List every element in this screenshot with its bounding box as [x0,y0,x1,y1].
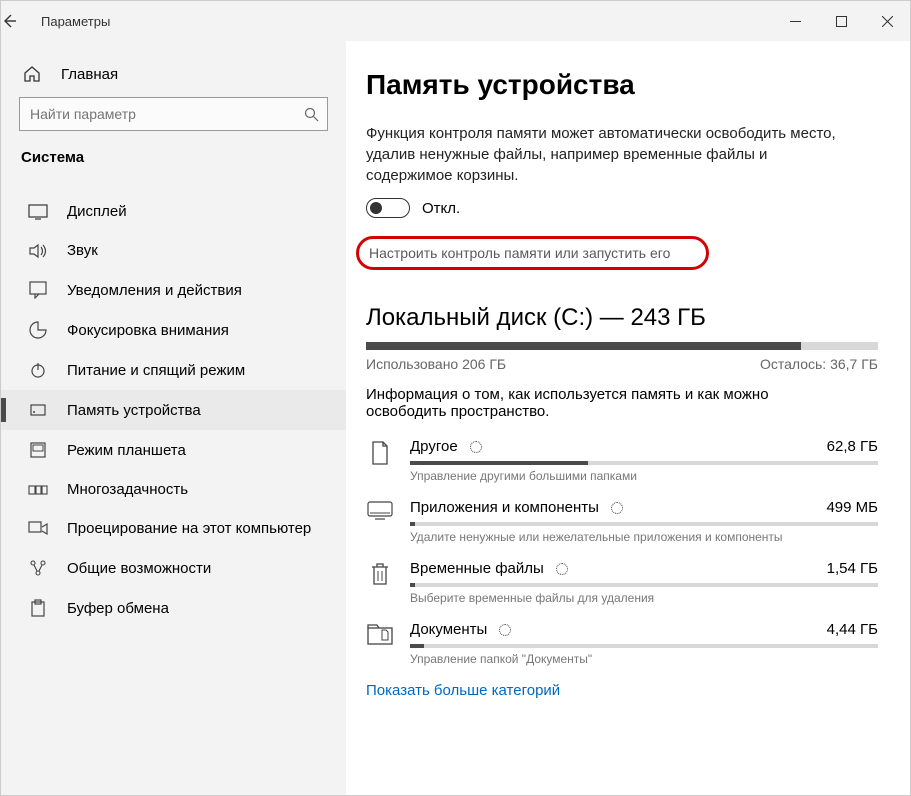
search-input[interactable] [30,106,304,122]
category-documents[interactable]: Документы 4,44 ГБ Управление папкой "Доку… [366,621,878,666]
category-hint: Выберите временные файлы для удаления [410,591,878,605]
sidebar-item-multitasking[interactable]: Многозадачность [1,470,346,509]
storage-sense-toggle[interactable] [366,198,410,218]
display-icon [27,204,49,220]
category-name: Другое [410,438,458,455]
disk-title: Локальный диск (C:) — 243 ГБ [366,304,878,332]
disk-free-label: Осталось: 36,7 ГБ [760,356,878,372]
search-input-container[interactable] [19,97,328,131]
back-button[interactable] [1,13,41,29]
home-icon [21,65,43,83]
sidebar: Главная Система Дисплей Звук Уведомления… [1,41,346,795]
category-apps[interactable]: Приложения и компоненты 499 МБ Удалите не… [366,499,878,544]
category-name: Приложения и компоненты [410,499,599,516]
category-bar [410,644,878,648]
disk-usage-bar [366,342,878,350]
category-bar [410,583,878,587]
sidebar-item-label: Память устройства [67,402,201,419]
shared-icon [27,559,49,577]
sidebar-item-notifications[interactable]: Уведомления и действия [1,270,346,310]
sidebar-item-label: Дисплей [67,203,127,220]
sidebar-home-label: Главная [61,66,118,83]
loading-spinner-icon [611,502,623,514]
sidebar-item-tablet[interactable]: Режим планшета [1,430,346,470]
category-hint: Удалите ненужные или нежелательные прило… [410,530,878,544]
category-size: 499 МБ [826,499,878,516]
sidebar-item-label: Проецирование на этот компьютер [67,520,311,537]
tablet-icon [27,441,49,459]
sidebar-nav: Дисплей Звук Уведомления и действия Фоку… [1,192,346,628]
loading-spinner-icon [556,563,568,575]
category-temp[interactable]: Временные файлы 1,54 ГБ Выберите временны… [366,560,878,605]
storage-sense-toggle-label: Откл. [422,200,460,217]
focus-icon [27,321,49,339]
notifications-icon [27,281,49,299]
category-name: Временные файлы [410,560,544,577]
power-icon [27,361,49,379]
category-hint: Управление папкой "Документы" [410,652,878,666]
category-bar [410,461,878,465]
close-button[interactable] [864,1,910,41]
category-hint: Управление другими большими папками [410,469,878,483]
show-more-categories-link[interactable]: Показать больше категорий [366,682,878,699]
sidebar-item-sound[interactable]: Звук [1,231,346,270]
sidebar-item-storage[interactable]: Память устройства [1,390,346,430]
sidebar-item-label: Уведомления и действия [67,282,242,299]
loading-spinner-icon [499,624,511,636]
sidebar-item-label: Звук [67,242,98,259]
window-title: Параметры [41,14,110,29]
projecting-icon [27,521,49,537]
sidebar-section-header: Система [1,149,346,176]
sidebar-item-label: Буфер обмена [67,600,169,617]
trash-icon [366,560,394,586]
disk-info-text: Информация о том, как используется памят… [366,386,826,420]
title-bar: Параметры [1,1,910,41]
storage-sense-description: Функция контроля памяти может автоматиче… [366,123,836,186]
sidebar-item-label: Многозадачность [67,481,188,498]
sidebar-item-label: Общие возможности [67,560,211,577]
multitasking-icon [27,483,49,497]
main-panel: Память устройства Функция контроля памят… [346,41,910,795]
category-other[interactable]: Другое 62,8 ГБ Управление другими большим… [366,438,878,483]
sidebar-item-label: Питание и спящий режим [67,362,245,379]
sidebar-item-shared[interactable]: Общие возможности [1,548,346,588]
sound-icon [27,243,49,259]
maximize-button[interactable] [818,1,864,41]
category-size: 62,8 ГБ [827,438,878,455]
sidebar-home[interactable]: Главная [1,61,346,97]
search-icon [304,107,319,122]
sidebar-item-clipboard[interactable]: Буфер обмена [1,588,346,628]
apps-icon [366,499,394,521]
other-icon [366,438,394,466]
sidebar-item-power[interactable]: Питание и спящий режим [1,350,346,390]
sidebar-item-label: Фокусировка внимания [67,322,229,339]
sidebar-item-display[interactable]: Дисплей [1,192,346,231]
disk-used-label: Использовано 206 ГБ [366,356,506,372]
configure-storage-sense-link[interactable]: Настроить контроль памяти или запустить … [356,236,709,270]
loading-spinner-icon [470,441,482,453]
sidebar-item-focus[interactable]: Фокусировка внимания [1,310,346,350]
category-name: Документы [410,621,487,638]
minimize-button[interactable] [772,1,818,41]
storage-icon [27,401,49,419]
sidebar-item-label: Режим планшета [67,442,186,459]
category-bar [410,522,878,526]
category-size: 1,54 ГБ [827,560,878,577]
clipboard-icon [27,599,49,617]
documents-icon [366,621,394,645]
sidebar-item-projecting[interactable]: Проецирование на этот компьютер [1,509,346,548]
page-title: Память устройства [366,69,878,101]
category-size: 4,44 ГБ [827,621,878,638]
